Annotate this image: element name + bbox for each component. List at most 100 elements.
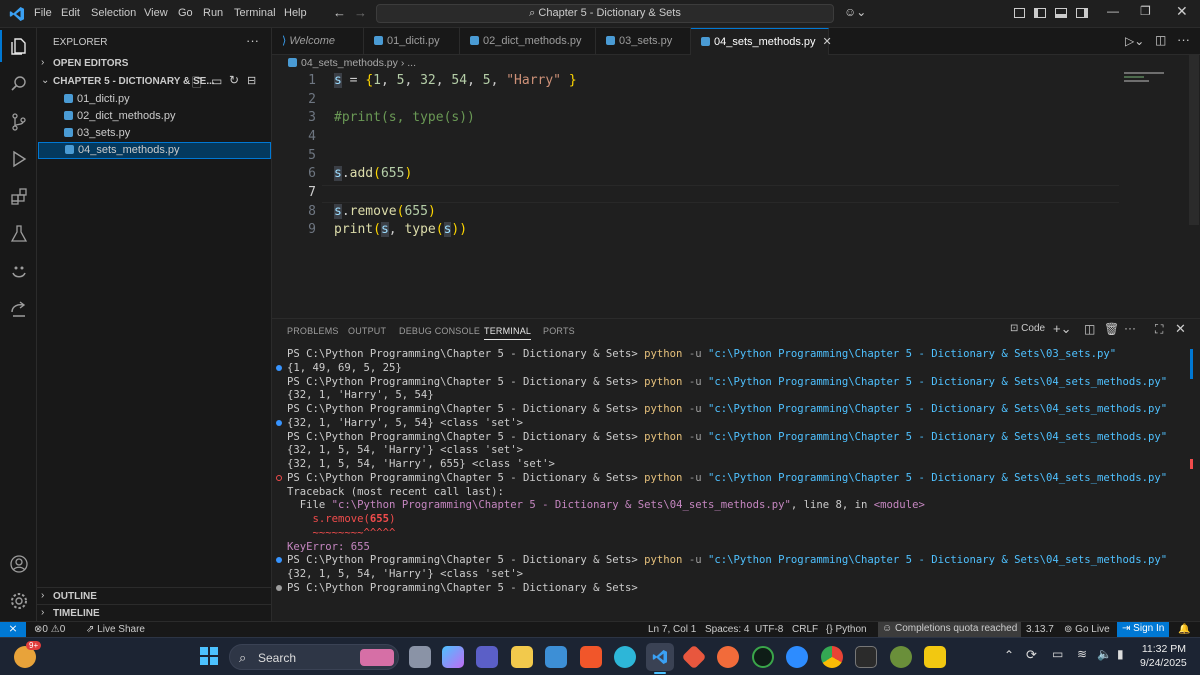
accounts-icon[interactable] — [0, 546, 37, 582]
file-item[interactable]: 03_sets.py — [38, 125, 271, 142]
open-editors-section[interactable]: › OPEN EDITORS — [37, 55, 272, 71]
panel-more-icon[interactable]: ··· — [1124, 321, 1136, 335]
toggle-secondary-sidebar-icon[interactable] — [1076, 8, 1088, 18]
tab-03-sets[interactable]: 03_sets.py — [596, 28, 691, 55]
settings-gear-icon[interactable] — [0, 583, 37, 619]
copilot-chat-icon[interactable] — [0, 254, 37, 290]
indentation[interactable]: Spaces: 4 — [705, 623, 749, 637]
remote-explorer-icon[interactable] — [0, 291, 37, 327]
edge-browser-icon[interactable] — [614, 646, 636, 668]
folder-section[interactable]: ⌄ CHAPTER 5 - DICTIONARY & SE... 🗋 ▭ ↻ ⊟ — [37, 73, 272, 90]
close-window-icon[interactable]: ✕ — [1176, 3, 1188, 20]
task-view-icon[interactable] — [409, 646, 431, 668]
tab-debug-console[interactable]: DEBUG CONSOLE — [399, 326, 480, 336]
terminal-profile[interactable]: ⊡ Code — [1010, 323, 1045, 334]
trash-icon[interactable]: 🗑 — [1104, 322, 1119, 336]
editor-more-icon[interactable]: ··· — [1177, 32, 1190, 47]
run-python-file-icon[interactable]: ▷⌄ — [1125, 34, 1144, 48]
language-mode[interactable]: {} Python — [826, 623, 867, 637]
notifications-bell-icon[interactable]: 🔔 — [1178, 623, 1190, 637]
file-item[interactable]: 01_dicti.py — [38, 91, 271, 108]
mongodb-icon[interactable] — [752, 646, 774, 668]
end-of-line[interactable]: CRLF — [792, 623, 818, 637]
windows-start-icon[interactable] — [200, 647, 218, 665]
tab-terminal[interactable]: TERMINAL — [484, 326, 532, 340]
cursor-position[interactable]: Ln 7, Col 1 — [648, 623, 696, 637]
toggle-sidebar-icon[interactable] — [1034, 8, 1046, 18]
breadcrumb-symbol[interactable]: ... — [407, 57, 416, 69]
menu-view[interactable]: View — [144, 7, 168, 19]
tab-output[interactable]: OUTPUT — [348, 326, 386, 336]
back-arrow-icon[interactable]: ← — [333, 5, 346, 20]
python-version[interactable]: 3.13.7 — [1026, 623, 1054, 637]
copilot-icon[interactable]: ☺⌄ — [844, 5, 866, 19]
remote-indicator-icon[interactable]: ⨯ — [0, 622, 26, 637]
tab-04-sets-methods[interactable]: 04_sets_methods.py ✕ — [691, 28, 832, 55]
split-editor-icon[interactable]: ◫ — [1155, 33, 1166, 47]
close-panel-icon[interactable]: ✕ — [1175, 321, 1186, 337]
file-item-selected[interactable]: 04_sets_methods.py — [38, 142, 271, 159]
code-editor[interactable]: 04_sets_methods.py › ... 1 2 3 4 5 6 7 8… — [272, 55, 1200, 317]
tab-problems[interactable]: PROBLEMS — [287, 326, 339, 336]
menu-go[interactable]: Go — [178, 7, 193, 19]
wifi-icon[interactable]: ≋ — [1077, 647, 1087, 661]
chevron-up-icon[interactable]: ⌃ — [1004, 648, 1014, 662]
volume-icon[interactable]: 🔈 — [1097, 647, 1112, 661]
close-tab-icon[interactable]: ✕ — [823, 36, 832, 48]
extensions-icon[interactable] — [0, 179, 37, 215]
command-center-search[interactable]: ⌕ Chapter 5 - Dictionary & Sets — [376, 4, 834, 23]
toggle-panel-icon[interactable] — [1055, 8, 1067, 18]
file-explorer-icon[interactable] — [511, 646, 533, 668]
clock-time[interactable]: 11:32 PM — [1140, 643, 1186, 655]
taskbar-search-box[interactable]: ⌕ Search — [229, 644, 399, 670]
outline-section[interactable]: › OUTLINE — [37, 587, 272, 603]
brave-browser-icon[interactable] — [580, 646, 602, 668]
postman-icon[interactable] — [717, 646, 739, 668]
display-icon[interactable]: ▭ — [1052, 647, 1063, 661]
run-debug-icon[interactable] — [0, 141, 37, 177]
git-icon[interactable] — [681, 644, 707, 670]
explorer-icon[interactable] — [0, 28, 37, 64]
file-item[interactable]: 02_dict_methods.py — [38, 108, 271, 125]
app-icon[interactable] — [890, 646, 912, 668]
tab-02-dict-methods[interactable]: 02_dict_methods.py — [460, 28, 596, 55]
search-view-icon[interactable] — [0, 66, 37, 102]
copilot-status[interactable]: ☺ Completions quota reached — [878, 622, 1022, 637]
problems-count[interactable]: ⊗0 ⚠0 — [34, 623, 65, 637]
source-control-icon[interactable] — [0, 104, 37, 140]
testing-flask-icon[interactable] — [0, 216, 37, 252]
forward-arrow-icon[interactable]: → — [354, 5, 367, 20]
sync-icon[interactable]: ⟳ — [1026, 647, 1037, 663]
tab-welcome[interactable]: ⟩ Welcome — [272, 28, 364, 55]
terminal-app-icon[interactable] — [855, 646, 877, 668]
minimize-icon[interactable]: — — [1107, 4, 1119, 18]
menu-file[interactable]: File — [34, 7, 52, 19]
menu-run[interactable]: Run — [203, 7, 223, 19]
tab-ports[interactable]: PORTS — [543, 326, 575, 336]
menu-terminal[interactable]: Terminal — [234, 7, 276, 19]
split-terminal-icon[interactable]: ◫ — [1084, 322, 1095, 336]
sign-in-button[interactable]: ⇥ Sign In — [1117, 622, 1170, 637]
terminal-output[interactable]: PS C:\Python Programming\Chapter 5 - Dic… — [272, 347, 1182, 617]
refresh-icon[interactable]: ↻ — [229, 73, 239, 87]
more-actions-icon[interactable]: ··· — [246, 33, 259, 48]
customize-layout-icon[interactable] — [1014, 8, 1025, 18]
copilot-app-icon[interactable] — [442, 646, 464, 668]
timeline-section[interactable]: › TIMELINE — [37, 604, 272, 620]
battery-icon[interactable]: ▮ — [1117, 647, 1124, 661]
power-bi-icon[interactable] — [924, 646, 946, 668]
menu-selection[interactable]: Selection — [91, 7, 136, 19]
editor-scrollbar[interactable] — [1189, 55, 1199, 225]
collapse-all-icon[interactable]: ⊟ — [247, 74, 256, 87]
microsoft-store-icon[interactable] — [545, 646, 567, 668]
menu-edit[interactable]: Edit — [61, 7, 80, 19]
encoding[interactable]: UTF-8 — [755, 623, 783, 637]
vscode-taskbar-active[interactable] — [646, 643, 674, 671]
zoom-icon[interactable] — [786, 646, 808, 668]
clock-date[interactable]: 9/24/2025 — [1140, 657, 1187, 669]
tab-01-dicti[interactable]: 01_dicti.py — [364, 28, 460, 55]
liveshare-button[interactable]: ⇗ Live Share — [86, 623, 145, 637]
chrome-icon[interactable] — [821, 646, 843, 668]
go-live-button[interactable]: ⊚ Go Live — [1064, 623, 1110, 637]
restore-icon[interactable]: ❐ — [1140, 4, 1151, 18]
